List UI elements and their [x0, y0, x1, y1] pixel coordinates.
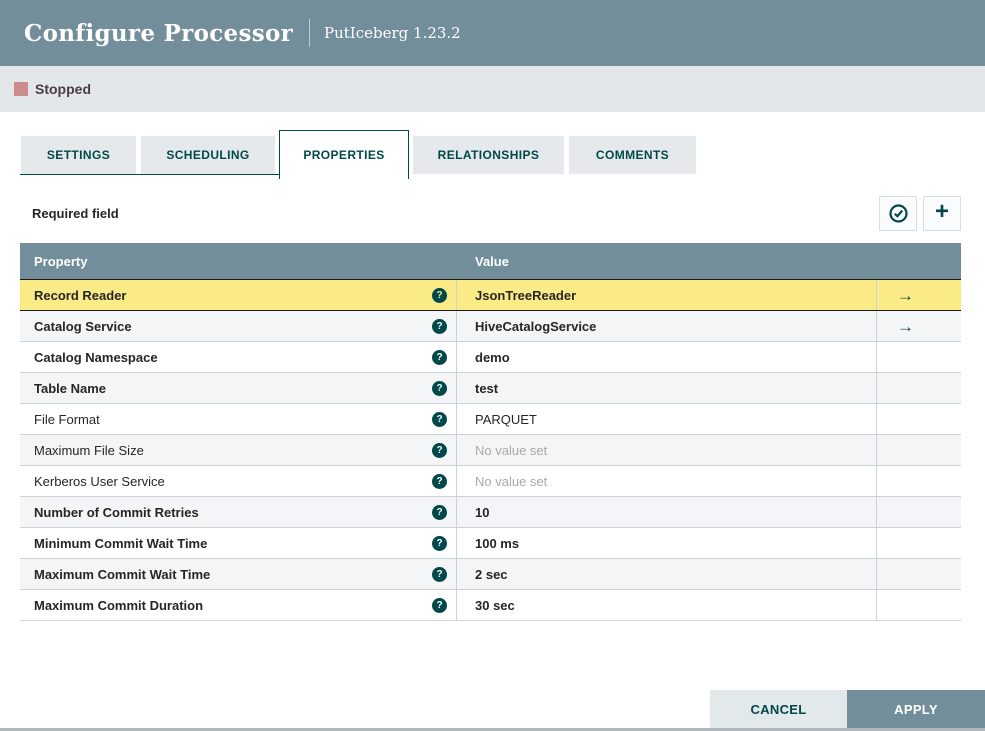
- status-bar: Stopped: [0, 66, 985, 112]
- value-cell[interactable]: test: [457, 373, 877, 403]
- tab-comments[interactable]: COMMENTS: [568, 135, 697, 175]
- table-header: Property Value: [20, 243, 961, 279]
- table-row[interactable]: Minimum Commit Wait Time ? 100 ms: [20, 528, 961, 559]
- status-label: Stopped: [35, 81, 91, 97]
- help-icon[interactable]: ?: [432, 566, 447, 582]
- property-name: Table Name: [34, 380, 107, 396]
- value-cell[interactable]: JsonTreeReader: [457, 280, 877, 310]
- help-icon[interactable]: ?: [432, 442, 447, 458]
- go-to-service-icon[interactable]: →: [897, 318, 914, 335]
- arrow-cell: [877, 590, 961, 620]
- go-to-service-icon[interactable]: →: [897, 287, 914, 304]
- property-cell: Table Name ?: [20, 373, 457, 403]
- tab-scheduling[interactable]: SCHEDULING: [140, 135, 276, 175]
- apply-button[interactable]: APPLY: [847, 690, 985, 728]
- tab-bar: SETTINGS SCHEDULING PROPERTIES RELATIONS…: [20, 130, 961, 179]
- arrow-cell: [877, 497, 961, 527]
- verify-properties-button[interactable]: [879, 195, 917, 231]
- table-row[interactable]: Number of Commit Retries ? 10: [20, 497, 961, 528]
- tab-relationships[interactable]: RELATIONSHIPS: [412, 135, 565, 175]
- help-icon[interactable]: ?: [432, 473, 447, 489]
- processor-type-version: PutIceberg 1.23.2: [324, 24, 461, 42]
- properties-toolbar: Required field +: [20, 195, 961, 231]
- table-row[interactable]: Catalog Namespace ? demo: [20, 342, 961, 373]
- configure-processor-dialog: Configure Processor PutIceberg 1.23.2 St…: [0, 0, 985, 731]
- property-cell: Number of Commit Retries ?: [20, 497, 457, 527]
- property-name: Minimum Commit Wait Time: [34, 535, 208, 551]
- arrow-cell: →: [877, 311, 961, 341]
- help-icon[interactable]: ?: [432, 287, 447, 303]
- column-header-property: Property: [34, 253, 88, 269]
- arrow-cell: [877, 342, 961, 372]
- property-name: Catalog Service: [34, 318, 132, 334]
- value-cell[interactable]: No value set: [457, 466, 877, 496]
- property-name: File Format: [34, 411, 100, 427]
- help-icon[interactable]: ?: [432, 380, 447, 396]
- property-cell: File Format ?: [20, 404, 457, 434]
- table-row[interactable]: File Format ? PARQUET: [20, 404, 961, 435]
- page-title: Configure Processor: [24, 19, 294, 47]
- property-name: Maximum Commit Wait Time: [34, 566, 211, 582]
- column-header-value: Value: [475, 253, 509, 269]
- table-row[interactable]: Maximum Commit Wait Time ? 2 sec: [20, 559, 961, 590]
- property-cell: Catalog Service ?: [20, 311, 457, 341]
- table-row[interactable]: Maximum File Size ? No value set: [20, 435, 961, 466]
- property-cell: Catalog Namespace ?: [20, 342, 457, 372]
- value-cell[interactable]: HiveCatalogService: [457, 311, 877, 341]
- stopped-status-icon: [14, 82, 28, 96]
- table-row[interactable]: Maximum Commit Duration ? 30 sec: [20, 590, 961, 621]
- help-icon[interactable]: ?: [432, 411, 447, 427]
- table-row[interactable]: Kerberos User Service ? No value set: [20, 466, 961, 497]
- properties-table: Property Value Record Reader ? JsonTreeR…: [20, 243, 961, 621]
- plus-icon: +: [934, 198, 949, 225]
- arrow-cell: [877, 528, 961, 558]
- arrow-cell: →: [877, 280, 961, 310]
- value-cell[interactable]: PARQUET: [457, 404, 877, 434]
- property-cell: Maximum Commit Wait Time ?: [20, 559, 457, 589]
- value-cell[interactable]: 30 sec: [457, 590, 877, 620]
- property-cell: Maximum Commit Duration ?: [20, 590, 457, 620]
- table-row[interactable]: Catalog Service ? HiveCatalogService →: [20, 311, 961, 342]
- value-cell[interactable]: 10: [457, 497, 877, 527]
- help-icon[interactable]: ?: [432, 504, 447, 520]
- tab-settings[interactable]: SETTINGS: [20, 135, 137, 175]
- help-icon[interactable]: ?: [432, 597, 447, 613]
- table-row[interactable]: Record Reader ? JsonTreeReader →: [20, 279, 961, 311]
- value-cell[interactable]: No value set: [457, 435, 877, 465]
- property-name: Record Reader: [34, 287, 127, 303]
- value-cell[interactable]: 2 sec: [457, 559, 877, 589]
- arrow-cell: [877, 559, 961, 589]
- help-icon[interactable]: ?: [432, 349, 447, 365]
- help-icon[interactable]: ?: [432, 535, 447, 551]
- value-cell[interactable]: 100 ms: [457, 528, 877, 558]
- arrow-cell: [877, 373, 961, 403]
- required-field-label: Required field: [32, 205, 119, 221]
- property-cell: Record Reader ?: [20, 280, 457, 310]
- dialog-header: Configure Processor PutIceberg 1.23.2: [0, 0, 985, 66]
- value-cell[interactable]: demo: [457, 342, 877, 372]
- add-property-button[interactable]: +: [923, 195, 961, 231]
- property-name: Number of Commit Retries: [34, 504, 199, 520]
- dialog-footer: CANCEL APPLY: [710, 690, 985, 728]
- property-name: Maximum File Size: [34, 442, 144, 458]
- help-icon[interactable]: ?: [432, 318, 447, 334]
- property-cell: Kerberos User Service ?: [20, 466, 457, 496]
- property-cell: Maximum File Size ?: [20, 435, 457, 465]
- check-circle-icon: [888, 203, 908, 223]
- cancel-button[interactable]: CANCEL: [710, 690, 847, 728]
- arrow-cell: [877, 466, 961, 496]
- property-name: Maximum Commit Duration: [34, 597, 204, 613]
- arrow-cell: [877, 404, 961, 434]
- property-name: Kerberos User Service: [34, 473, 165, 489]
- property-cell: Minimum Commit Wait Time ?: [20, 528, 457, 558]
- arrow-cell: [877, 435, 961, 465]
- property-name: Catalog Namespace: [34, 349, 158, 365]
- header-divider: [309, 19, 311, 47]
- table-row[interactable]: Table Name ? test: [20, 373, 961, 404]
- tab-properties[interactable]: PROPERTIES: [279, 130, 409, 179]
